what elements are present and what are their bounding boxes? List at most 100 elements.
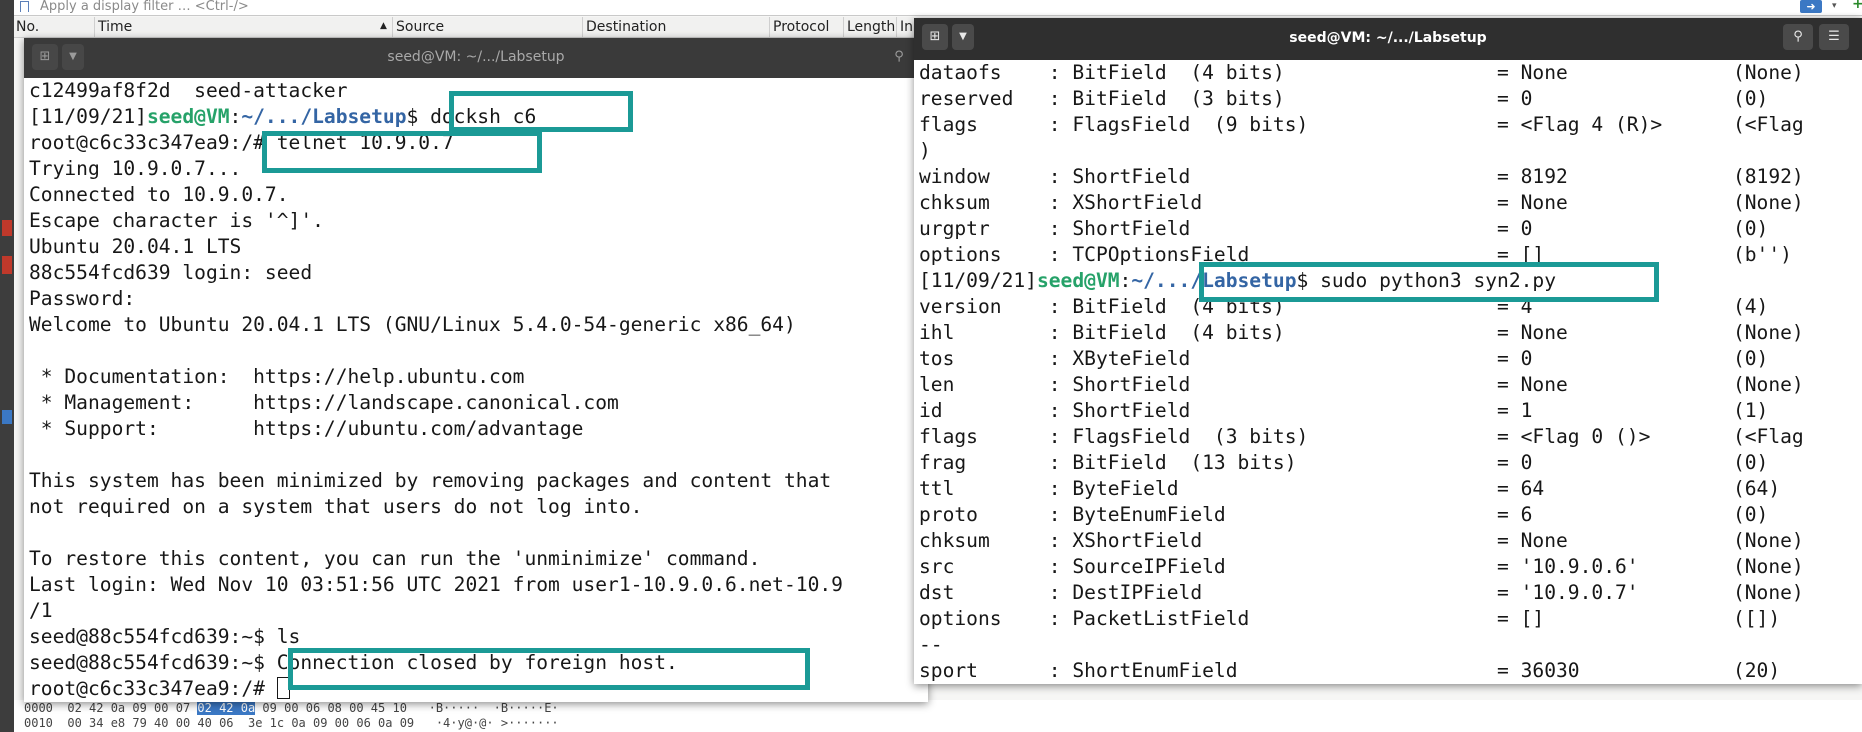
terminal-line: ) <box>914 138 1862 164</box>
column-protocol[interactable]: Protocol <box>773 19 829 35</box>
terminal-line-text: options : TCPOptionsField = [] (b'') <box>919 243 1792 266</box>
terminal-line-text: Trying 10.9.0.7... <box>29 157 242 180</box>
terminal-line: version : BitField (4 bits) = 4 (4) <box>914 294 1862 320</box>
prompt-command: $ sudo python3 syn2.py <box>1296 269 1557 292</box>
terminal-line: options : PacketListField = [] ([]) <box>914 606 1862 632</box>
prompt-user: seed@VM <box>1036 269 1120 292</box>
terminal-line: [11/09/21]seed@VM:~/.../Labsetup$ sudo p… <box>914 268 1862 294</box>
right-terminal-window[interactable]: ⊞ ▼ seed@VM: ~/.../Labsetup ⚲ ☰ dataofs … <box>914 18 1862 684</box>
text-cursor <box>276 677 290 699</box>
terminal-line-text: -- <box>919 633 943 656</box>
terminal-line-text: proto : ByteEnumField = 6 (0) <box>919 503 1769 526</box>
terminal-line-text: frag : BitField (13 bits) = 0 (0) <box>919 451 1769 474</box>
terminal-line: id : ShortField = 1 (1) <box>914 398 1862 424</box>
terminal-line-text: chksum : XShortField = None (None) <box>919 529 1804 552</box>
hex-row: 0010 00 34 e8 79 40 00 40 06 3e 1c 0a 09… <box>24 716 559 730</box>
terminal-line-text: options : PacketListField = [] ([]) <box>919 607 1781 630</box>
terminal-line: dataofs : BitField (4 bits) = None (None… <box>914 60 1862 86</box>
search-icon[interactable]: ⚲ <box>1783 24 1813 50</box>
add-filter-button-icon[interactable]: + <box>1852 0 1862 11</box>
display-filter-input[interactable]: Apply a display filter … <Ctrl-/> <box>40 0 249 13</box>
terminal-line: Last login: Wed Nov 10 03:51:56 UTC 2021… <box>24 572 928 598</box>
column-time[interactable]: Time <box>98 19 132 35</box>
bookmark-icon[interactable] <box>20 1 29 12</box>
prompt-date: [11/09/21] <box>29 105 147 128</box>
prompt-separator: : <box>1119 269 1132 292</box>
terminal-line-text: root@c6c33c347ea9:/# telnet 10.9.0.7 <box>29 131 454 154</box>
display-filter-bar[interactable]: Apply a display filter … <Ctrl-/> ➜ ▾ + <box>14 0 1862 16</box>
terminal-line-text: * Support: https://ubuntu.com/advantage <box>29 417 584 440</box>
desktop: Apply a display filter … <Ctrl-/> ➜ ▾ + … <box>0 0 1862 732</box>
hex-row: 0000 02 42 0a 09 00 07 02 42 0a 09 00 06… <box>24 701 559 715</box>
terminal-line-text: sport : ShortEnumField = 36030 (20) <box>919 659 1781 682</box>
terminal-line-text: Last login: Wed Nov 10 03:51:56 UTC 2021… <box>29 573 843 596</box>
prompt-path: ~/.../Labsetup <box>1131 269 1297 292</box>
terminal-line: seed@88c554fcd639:~$ Connection closed b… <box>24 650 928 676</box>
filter-dropdown-icon[interactable]: ▾ <box>1832 0 1837 13</box>
terminal-line: 88c554fcd639 login: seed <box>24 260 928 286</box>
terminal-line: proto : ByteEnumField = 6 (0) <box>914 502 1862 528</box>
window-title: seed@VM: ~/.../Labsetup <box>387 49 565 65</box>
right-terminal-output[interactable]: dataofs : BitField (4 bits) = None (None… <box>914 60 1862 684</box>
terminal-line: Password: <box>24 286 928 312</box>
column-info[interactable]: In <box>900 19 913 35</box>
terminal-line: chksum : XShortField = None (None) <box>914 190 1862 216</box>
terminal-line: * Documentation: https://help.ubuntu.com <box>24 364 928 390</box>
terminal-line: seed@88c554fcd639:~$ ls <box>24 624 928 650</box>
terminal-line-text: ) <box>919 139 931 162</box>
terminal-line-text: Password: <box>29 287 136 310</box>
terminal-line-text: chksum : XShortField = None (None) <box>919 191 1804 214</box>
terminal-line: flags : FlagsField (3 bits) = <Flag 0 ()… <box>914 424 1862 450</box>
prompt-command: $ docksh c6 <box>406 105 537 128</box>
terminal-line: Escape character is '^]'. <box>24 208 928 234</box>
column-source[interactable]: Source <box>396 19 444 35</box>
terminal-line-text: To restore this content, you can run the… <box>29 547 761 570</box>
terminal-line: frag : BitField (13 bits) = 0 (0) <box>914 450 1862 476</box>
sort-ascending-icon: ▲ <box>380 21 387 31</box>
terminal-line-text: id : ShortField = 1 (1) <box>919 399 1769 422</box>
terminal-line: ttl : ByteField = 64 (64) <box>914 476 1862 502</box>
terminal-line: * Support: https://ubuntu.com/advantage <box>24 416 928 442</box>
hamburger-menu-icon[interactable]: ☰ <box>1819 24 1849 50</box>
terminal-line: [11/09/21]seed@VM:~/.../Labsetup$ docksh… <box>24 104 928 130</box>
terminal-line-text: urgptr : ShortField = 0 (0) <box>919 217 1769 240</box>
terminal-line: window : ShortField = 8192 (8192) <box>914 164 1862 190</box>
terminal-line-text: root@c6c33c347ea9:/# <box>29 677 277 700</box>
terminal-line: This system has been minimized by removi… <box>24 468 928 494</box>
prompt-separator: : <box>229 105 242 128</box>
terminal-line: flags : FlagsField (9 bits) = <Flag 4 (R… <box>914 112 1862 138</box>
terminal-line: * Management: https://landscape.canonica… <box>24 390 928 416</box>
terminal-line-text: * Management: https://landscape.canonica… <box>29 391 619 414</box>
terminal-line-text: len : ShortField = None (None) <box>919 373 1804 396</box>
dock-sidebar <box>0 0 14 732</box>
left-terminal-titlebar[interactable]: ⊞ ▼ seed@VM: ~/.../Labsetup ⚲ <box>24 38 928 78</box>
prompt-user: seed@VM <box>146 105 230 128</box>
window-title: seed@VM: ~/.../Labsetup <box>1289 30 1487 46</box>
column-destination[interactable]: Destination <box>586 19 666 35</box>
terminal-line-text: Connected to 10.9.0.7. <box>29 183 289 206</box>
terminal-line-text: * Documentation: https://help.ubuntu.com <box>29 365 525 388</box>
left-terminal-output[interactable]: c12499af8f2d seed-attacker [11/09/21]seed… <box>24 78 928 702</box>
terminal-line: options : TCPOptionsField = [] (b'') <box>914 242 1862 268</box>
left-terminal-window[interactable]: ⊞ ▼ seed@VM: ~/.../Labsetup ⚲ c12499af8f… <box>24 38 928 702</box>
terminal-line-text: flags : FlagsField (3 bits) = <Flag 0 ()… <box>919 425 1804 448</box>
terminal-line-text: Escape character is '^]'. <box>29 209 324 232</box>
terminal-line-text: src : SourceIPField = '10.9.0.6' (None) <box>919 555 1804 578</box>
terminal-line-text: window : ShortField = 8192 (8192) <box>919 165 1804 188</box>
apply-filter-button[interactable]: ➜ <box>1800 0 1822 13</box>
column-no[interactable]: No. <box>16 19 39 35</box>
search-icon[interactable]: ⚲ <box>886 44 912 70</box>
terminal-line: Trying 10.9.0.7... <box>24 156 928 182</box>
terminal-line-text: ihl : BitField (4 bits) = None (None) <box>919 321 1804 344</box>
terminal-line-text: This system has been minimized by removi… <box>29 469 832 492</box>
terminal-line-text: tos : XByteField = 0 (0) <box>919 347 1769 370</box>
right-terminal-titlebar[interactable]: ⊞ ▼ seed@VM: ~/.../Labsetup ⚲ ☰ <box>914 18 1862 60</box>
terminal-line: Ubuntu 20.04.1 LTS <box>24 234 928 260</box>
terminal-line: /1 <box>24 598 928 624</box>
terminal-line-text: dataofs : BitField (4 bits) = None (None… <box>919 61 1804 84</box>
column-length[interactable]: Length <box>847 19 895 35</box>
terminal-line: src : SourceIPField = '10.9.0.6' (None) <box>914 554 1862 580</box>
